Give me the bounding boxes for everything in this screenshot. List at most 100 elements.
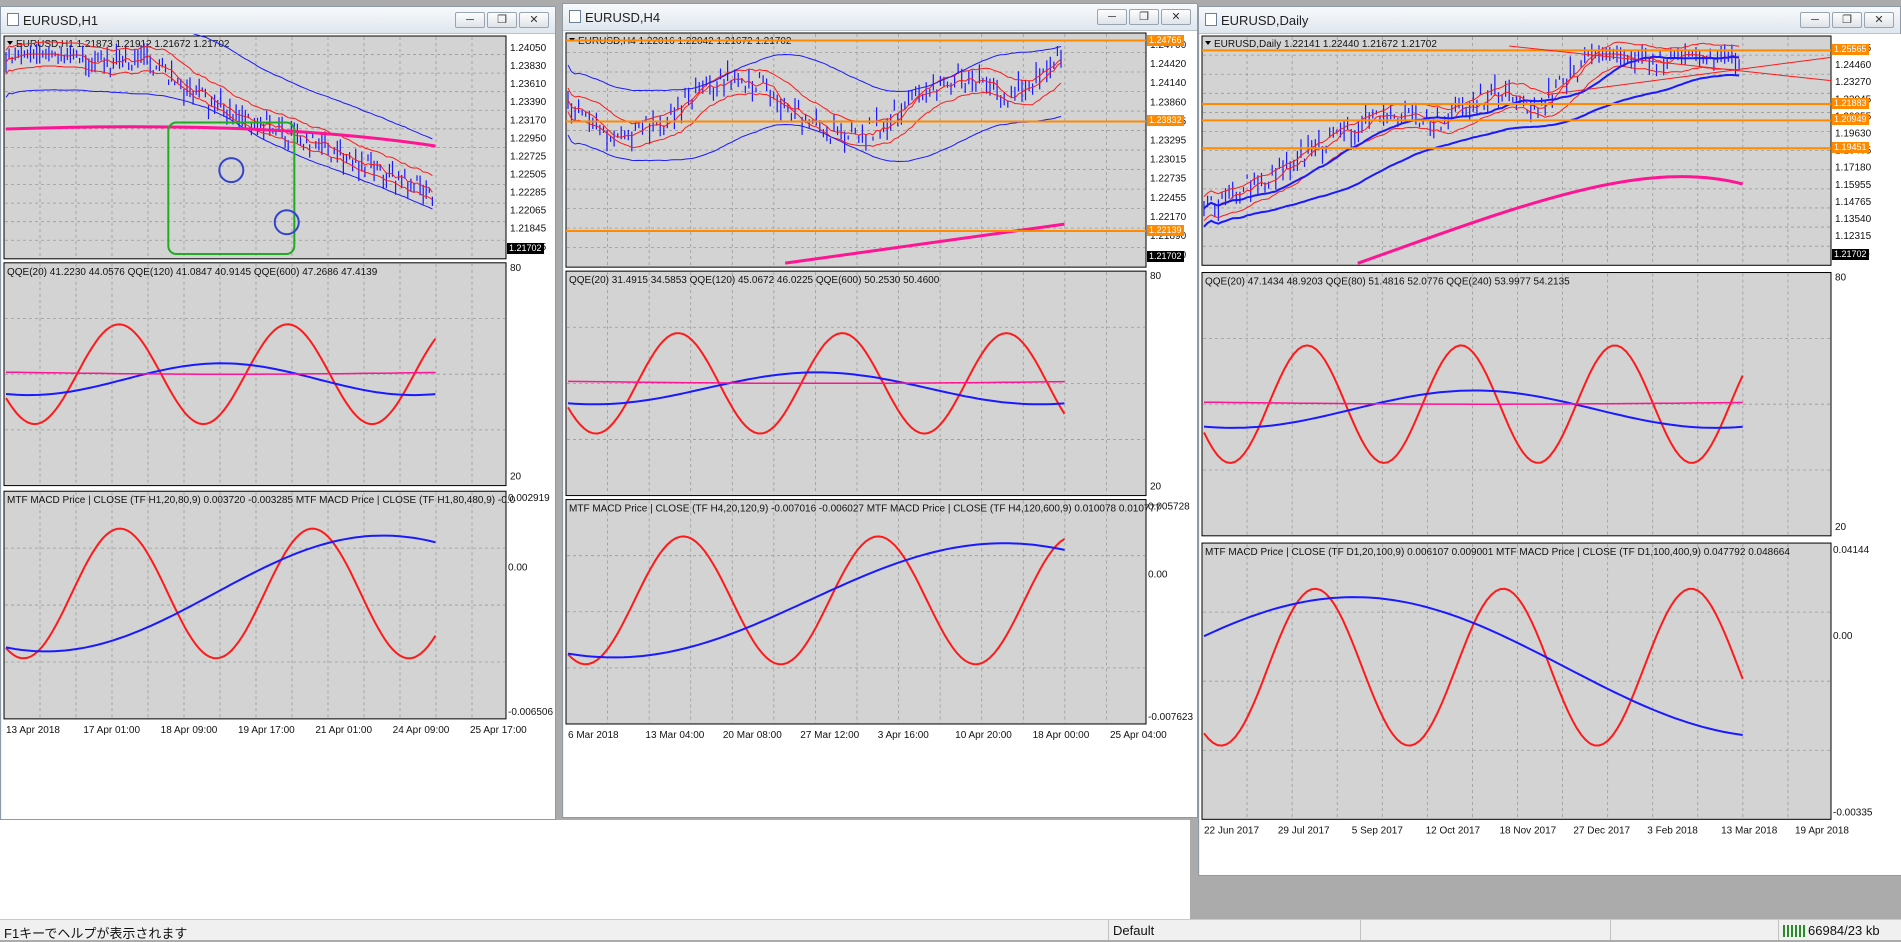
chart-svg: EURUSD,H4 1.22016 1.22042 1.21672 1.2170… <box>565 32 1193 741</box>
time-axis-label: 6 Mar 2018 <box>568 730 619 741</box>
level-price-tag: 1.24766 <box>1147 34 1184 46</box>
chart-window-icon <box>7 13 19 26</box>
close-button[interactable]: ✕ <box>1161 9 1191 25</box>
connection-bars-icon <box>1783 925 1805 937</box>
level-price-tag: 1.22139 <box>1147 225 1184 237</box>
current-price-tag: 1.21702 <box>507 242 544 254</box>
price-axis-label: 1.23390 <box>510 97 547 108</box>
price-axis-label: 1.24050 <box>510 43 547 54</box>
window-title: EURUSD,H1 <box>23 13 99 28</box>
status-help-text: F1キーでヘルプが表示されます <box>4 926 188 941</box>
time-axis-label: 18 Apr 09:00 <box>161 725 218 736</box>
close-button[interactable]: ✕ <box>519 12 549 28</box>
chart-window-eurusd-h4[interactable]: EURUSD,H4 ─ ❐ ✕ EURUSD,H4 1.22016 1.2204… <box>562 3 1198 818</box>
macd-level-label: -0.007623 <box>1148 712 1193 723</box>
chart-svg: EURUSD,Daily 1.22141 1.22440 1.21672 1.2… <box>1201 35 1873 836</box>
close-button[interactable]: ✕ <box>1864 12 1894 28</box>
time-axis-label: 5 Sep 2017 <box>1352 825 1404 836</box>
minimize-button[interactable]: ─ <box>455 12 485 28</box>
price-axis-label: 1.22455 <box>1150 193 1187 204</box>
price-axis-label: 1.14765 <box>1835 197 1872 208</box>
time-axis-label: 13 Mar 04:00 <box>645 730 704 741</box>
macd-header: MTF MACD Price | CLOSE (TF H1,20,80,9) 0… <box>7 495 516 506</box>
price-axis-label: 1.22735 <box>1150 174 1187 185</box>
chart-canvas[interactable]: EURUSD,H4 1.22016 1.22042 1.21672 1.2170… <box>564 31 1197 817</box>
current-price-tag: 1.21702 <box>1832 249 1869 261</box>
qqe-header: QQE(20) 41.2230 44.0576 QQE(120) 41.0847… <box>7 267 378 278</box>
price-axis-label: 1.23610 <box>510 79 547 90</box>
chart-canvas[interactable]: EURUSD,Daily 1.22141 1.22440 1.21672 1.2… <box>1200 34 1901 875</box>
time-axis-label: 13 Apr 2018 <box>6 725 60 736</box>
time-axis-label: 21 Apr 01:00 <box>315 725 372 736</box>
chart-window-eurusd-daily[interactable]: EURUSD,Daily ─ ❐ ✕ EURUSD,Daily 1.22141 … <box>1198 6 1901 876</box>
time-axis-label: 27 Mar 12:00 <box>800 730 859 741</box>
time-axis-label: 3 Feb 2018 <box>1647 825 1698 836</box>
time-axis-label: 25 Apr 04:00 <box>1110 730 1167 741</box>
price-axis-label: 1.22170 <box>1150 212 1187 223</box>
macd-header: MTF MACD Price | CLOSE (TF H4,20,120,9) … <box>569 504 1161 515</box>
price-axis-label: 1.23270 <box>1835 77 1872 88</box>
qqe-header: QQE(20) 47.1434 48.9203 QQE(80) 51.4816 … <box>1205 277 1570 288</box>
level-price-tag: 1.25565 <box>1832 44 1869 56</box>
price-axis-label: 1.22285 <box>510 188 547 199</box>
price-axis-label: 1.24420 <box>1150 59 1187 70</box>
chart-header: EURUSD,Daily 1.22141 1.22440 1.21672 1.2… <box>1214 39 1437 50</box>
level-price-tag: 1.21883 <box>1832 97 1869 109</box>
chart-window-icon <box>569 10 581 23</box>
price-axis-label: 1.12315 <box>1835 231 1872 242</box>
price-axis-label: 1.15955 <box>1835 180 1872 191</box>
chart-window-eurusd-h1[interactable]: EURUSD,H1 ─ ❐ ✕ EURUSD,H1 1.21873 1.2191… <box>0 6 556 820</box>
qqe-level-label: 80 <box>1150 271 1162 282</box>
time-axis-label: 22 Jun 2017 <box>1204 825 1259 836</box>
time-axis-label: 17 Apr 01:00 <box>83 725 140 736</box>
window-titlebar[interactable]: EURUSD,Daily ─ ❐ ✕ <box>1199 7 1900 34</box>
status-bar: F1キーでヘルプが表示されます Default 66984/23 kb <box>0 919 1901 941</box>
qqe-level-label: 20 <box>510 472 522 483</box>
price-axis-label: 1.23860 <box>1150 97 1187 108</box>
time-axis-label: 24 Apr 09:00 <box>393 725 450 736</box>
price-axis-label: 1.21845 <box>510 224 547 235</box>
qqe-level-label: 80 <box>510 263 522 274</box>
macd-level-label: -0.006506 <box>508 707 553 718</box>
window-titlebar[interactable]: EURUSD,H1 ─ ❐ ✕ <box>1 7 555 34</box>
window-titlebar[interactable]: EURUSD,H4 ─ ❐ ✕ <box>563 4 1197 31</box>
chart-canvas[interactable]: EURUSD,H1 1.21873 1.21912 1.21672 1.2170… <box>2 34 555 819</box>
restore-button[interactable]: ❐ <box>1832 12 1862 28</box>
price-axis-label: 1.17180 <box>1835 163 1872 174</box>
level-price-tag: 1.20949 <box>1832 114 1869 126</box>
chart-window-icon <box>1205 13 1217 26</box>
time-axis-label: 13 Mar 2018 <box>1721 825 1778 836</box>
price-axis-label: 1.22725 <box>510 151 547 162</box>
status-profile: Default <box>1113 923 1155 938</box>
macd-level-label: 0.00 <box>1148 570 1168 581</box>
time-axis-label: 19 Apr 2018 <box>1795 825 1849 836</box>
status-traffic: 66984/23 kb <box>1808 923 1880 938</box>
price-axis-label: 1.13540 <box>1835 214 1872 225</box>
restore-button[interactable]: ❐ <box>1129 9 1159 25</box>
minimize-button[interactable]: ─ <box>1800 12 1830 28</box>
price-axis-label: 1.23015 <box>1150 155 1187 166</box>
time-axis-label: 19 Apr 17:00 <box>238 725 295 736</box>
time-axis-label: 12 Oct 2017 <box>1426 825 1481 836</box>
window-title: EURUSD,H4 <box>585 10 661 25</box>
qqe-level-label: 80 <box>1835 273 1847 284</box>
price-axis-label: 1.24460 <box>1835 60 1872 71</box>
time-axis-label: 10 Apr 20:00 <box>955 730 1012 741</box>
price-axis-label: 1.23295 <box>1150 136 1187 147</box>
level-price-tag: 1.19451 <box>1832 142 1869 154</box>
empty-workspace <box>0 820 1190 919</box>
restore-button[interactable]: ❐ <box>487 12 517 28</box>
price-axis-label: 1.19630 <box>1835 129 1872 140</box>
qqe-level-label: 20 <box>1835 522 1847 533</box>
price-axis-label: 1.23170 <box>510 115 547 126</box>
macd-level-label: 0.00 <box>508 562 528 573</box>
price-axis-label: 1.22505 <box>510 170 547 181</box>
time-axis-label: 18 Nov 2017 <box>1500 825 1557 836</box>
qqe-header: QQE(20) 31.4915 34.5853 QQE(120) 45.0672… <box>569 275 940 286</box>
time-axis-label: 18 Apr 00:00 <box>1033 730 1090 741</box>
price-axis-label: 1.23830 <box>510 61 547 72</box>
chart-svg: EURUSD,H1 1.21873 1.21912 1.21672 1.2170… <box>3 34 553 736</box>
current-price-tag: 1.21702 <box>1147 251 1184 263</box>
minimize-button[interactable]: ─ <box>1097 9 1127 25</box>
window-title: EURUSD,Daily <box>1221 13 1309 28</box>
